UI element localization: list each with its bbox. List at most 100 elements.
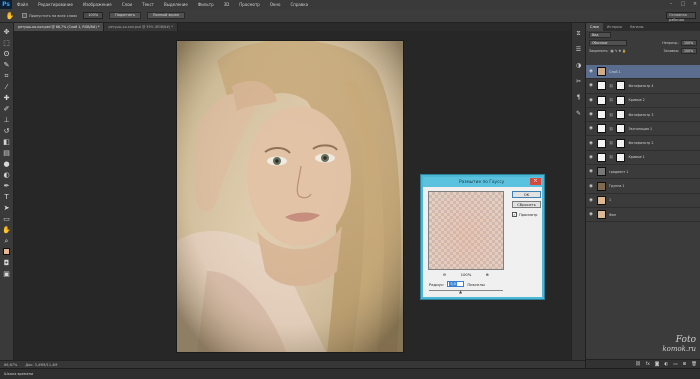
foreground-color-swatch[interactable]	[2, 247, 12, 257]
mask-link-icon[interactable]: ⛓	[609, 127, 613, 131]
mask-link-icon[interactable]: ⛓	[609, 141, 613, 145]
tab-layers[interactable]: Слои	[586, 23, 603, 31]
pen-tool-icon[interactable]: ✒	[2, 181, 12, 191]
link-layers-icon[interactable]: ⛓	[635, 362, 641, 367]
visibility-eye-icon[interactable]: ◉	[588, 141, 594, 146]
layer-row[interactable]: ◉ ⛓ Кривые 1	[586, 151, 700, 166]
visibility-eye-icon[interactable]: ◉	[588, 126, 594, 131]
eraser-tool-icon[interactable]: ◧	[2, 137, 12, 147]
menu-item-view[interactable]: Просмотр	[234, 2, 265, 7]
menu-item-image[interactable]: Изображение	[78, 2, 117, 7]
layer-row[interactable]: ◉ ⛓ Фотофильтр 3	[586, 108, 700, 123]
eyedropper-tool-icon[interactable]: ⁄	[2, 82, 12, 92]
healing-brush-tool-icon[interactable]: ✚	[2, 93, 12, 103]
fill-screen-button[interactable]: Полный экран	[146, 12, 186, 19]
menu-item-layers[interactable]: Слои	[117, 2, 137, 7]
visibility-eye-icon[interactable]: ◉	[588, 112, 594, 117]
minimize-icon[interactable]: –	[668, 1, 674, 7]
menu-item-file[interactable]: Файл	[12, 2, 33, 7]
zoom-status[interactable]: 66,67%	[4, 363, 17, 367]
adjustments-panel-icon[interactable]: ◑	[574, 61, 584, 71]
dialog-titlebar[interactable]: Размытие по Гауссу ×	[423, 177, 542, 187]
ok-button[interactable]: OK	[512, 191, 541, 198]
blur-tool-icon[interactable]: ●	[2, 159, 12, 169]
history-panel-icon[interactable]: ⧖	[574, 29, 584, 39]
visibility-eye-icon[interactable]: ◉	[588, 69, 594, 74]
layer-row[interactable]: ◉ ⛓ Фотофильтр 2	[586, 136, 700, 151]
visibility-eye-icon[interactable]: ◉	[588, 212, 594, 217]
checkbox-box[interactable]	[22, 13, 27, 18]
radius-slider-thumb[interactable]: ▲	[459, 290, 463, 294]
fill-field[interactable]: 100%	[681, 48, 697, 54]
history-brush-tool-icon[interactable]: ↺	[2, 126, 12, 136]
radius-value[interactable]: 5,0	[449, 282, 457, 286]
menu-item-help[interactable]: Справка	[285, 2, 313, 7]
layer-kind-select[interactable]: Вид	[589, 32, 611, 38]
menu-item-3d[interactable]: 3D	[219, 2, 235, 7]
mask-link-icon[interactable]: ⛓	[609, 84, 613, 88]
marquee-tool-icon[interactable]: ⬚	[2, 38, 12, 48]
visibility-eye-icon[interactable]: ◉	[588, 155, 594, 160]
screen-mode-icon[interactable]: ▣	[2, 269, 12, 279]
layer-mask-thumbnail[interactable]	[616, 110, 626, 120]
layer-row[interactable]: ◉ Фон	[586, 208, 700, 223]
shape-tool-icon[interactable]: ▭	[2, 214, 12, 224]
tools-presets-icon[interactable]: ✂	[574, 77, 584, 87]
visibility-eye-icon[interactable]: ◉	[588, 83, 594, 88]
path-select-tool-icon[interactable]: ➤	[2, 203, 12, 213]
visibility-eye-icon[interactable]: ◉	[588, 98, 594, 103]
move-tool-icon[interactable]: ✥	[2, 27, 12, 37]
hand-tool-icon[interactable]: ✋	[2, 225, 12, 235]
mask-link-icon[interactable]: ⛓	[609, 113, 613, 117]
layer-row[interactable]: ◉ Слой 1	[586, 65, 700, 80]
lasso-tool-icon[interactable]: ʘ	[2, 49, 12, 59]
layer-row[interactable]: ◉ ⛓ Фотофильтр 4	[586, 79, 700, 94]
crop-tool-icon[interactable]: ⌗	[2, 71, 12, 81]
layer-mask-thumbnail[interactable]	[616, 95, 626, 105]
layer-mask-thumbnail[interactable]	[616, 138, 626, 148]
blend-mode-select[interactable]: Обычные	[589, 40, 627, 46]
opacity-field[interactable]: 100%	[681, 40, 697, 46]
menu-item-filter[interactable]: Фильтр	[193, 2, 219, 7]
layer-mask-thumbnail[interactable]	[616, 124, 626, 134]
layer-row[interactable]: ◉ градиент 1	[586, 165, 700, 180]
preview-checkbox[interactable]: ✓	[512, 212, 517, 217]
mask-link-icon[interactable]: ⛓	[609, 98, 613, 102]
preview-checkbox-row[interactable]: ✓ Просмотр	[512, 212, 537, 217]
radius-slider-track[interactable]	[429, 290, 503, 291]
dodge-tool-icon[interactable]: ◐	[2, 170, 12, 180]
layer-mask-thumbnail[interactable]	[616, 81, 626, 91]
close-icon[interactable]: ×	[692, 1, 698, 7]
type-tool-icon[interactable]: T	[2, 192, 12, 202]
timeline-panel-tab[interactable]: Шкала времени	[0, 368, 700, 379]
layer-mask-thumbnail[interactable]	[616, 152, 626, 162]
layer-row[interactable]: ◉ Группа 1	[586, 179, 700, 194]
scroll-all-windows-checkbox[interactable]: Пропустить на всех слоях	[22, 13, 77, 18]
clone-stamp-tool-icon[interactable]: ⊥	[2, 115, 12, 125]
menu-item-select[interactable]: Выделение	[159, 2, 193, 7]
zoom-out-icon[interactable]: ⊖	[443, 272, 446, 277]
visibility-eye-icon[interactable]: ◉	[588, 184, 594, 189]
visibility-eye-icon[interactable]: ◉	[588, 198, 594, 203]
quick-mask-icon[interactable]: ◘	[2, 258, 12, 268]
document-photo[interactable]	[176, 40, 404, 353]
zoom-tool-icon[interactable]: ⌕	[2, 236, 12, 246]
radius-input[interactable]: 5,0	[447, 281, 465, 287]
maximize-icon[interactable]: □	[680, 1, 686, 7]
document-tab-active[interactable]: ретушь-ко-кол.psd @ 66,7% (Слой 1, RGB/8…	[14, 23, 105, 31]
tab-channels[interactable]: Каналы	[626, 23, 648, 31]
layer-row[interactable]: ◉ ⛓ Экспозиция 1	[586, 122, 700, 137]
menu-item-edit[interactable]: Редактирование	[33, 2, 78, 7]
zoom-in-icon[interactable]: ⊕	[486, 272, 489, 277]
layer-row[interactable]: ◉ 1	[586, 194, 700, 208]
blur-preview[interactable]	[428, 191, 504, 270]
mask-link-icon[interactable]: ⛓	[609, 155, 613, 159]
hand-tool-icon[interactable]: ✋	[4, 11, 16, 21]
tab-history[interactable]: Истории	[603, 23, 626, 31]
brush-tool-icon[interactable]: ✐	[2, 104, 12, 114]
visibility-eye-icon[interactable]: ◉	[588, 169, 594, 174]
brush-panel-icon[interactable]: ✎	[574, 109, 584, 119]
layer-row[interactable]: ◉ ⛓ Кривые 2	[586, 94, 700, 108]
document-tab[interactable]: ретушь-ко-кол.psd @ 39% (RGB/8#) *	[104, 23, 179, 31]
close-icon[interactable]: ×	[530, 178, 541, 185]
